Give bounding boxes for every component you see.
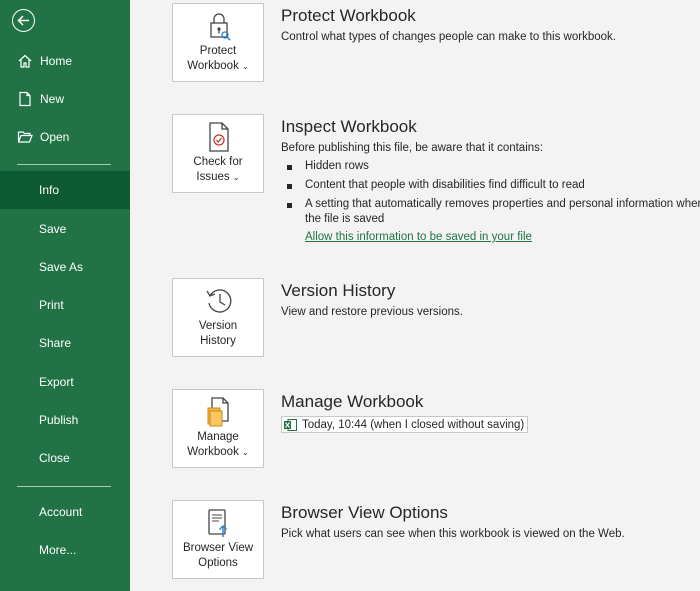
version-history-description: View and restore previous versions. [281, 306, 463, 318]
manage-document-icon [207, 397, 229, 427]
nav-home[interactable]: Home [0, 42, 130, 80]
version-history-title: Version History [281, 281, 396, 300]
bullet-icon [287, 203, 292, 208]
chevron-down-icon: ⌄ [242, 448, 249, 457]
back-button[interactable] [12, 9, 35, 32]
check-for-issues-label: Check for Issues ⌄ [173, 155, 263, 185]
nav-publish-label: Publish [39, 413, 79, 427]
nav-info[interactable]: Info [0, 171, 130, 209]
manage-workbook-label: Manage Workbook ⌄ [173, 430, 263, 460]
version-label-line2: History [200, 335, 236, 347]
inspect-label-line1: Check for [193, 156, 243, 168]
nav-account-label: Account [39, 505, 83, 519]
nav-open-label: Open [40, 130, 70, 144]
nav-print[interactable]: Print [0, 286, 130, 324]
nav-new-label: New [40, 92, 65, 106]
autosave-version-entry[interactable]: Today, 10:44 (when I closed without savi… [281, 416, 529, 433]
protect-workbook-title: Protect Workbook [281, 6, 416, 25]
browser-label-line2: Options [198, 557, 238, 569]
nav-save-as-label: Save As [39, 260, 84, 274]
chevron-down-icon: ⌄ [242, 62, 249, 71]
manage-label-line1: Manage [197, 431, 239, 443]
nav-export-label: Export [39, 375, 74, 389]
folder-open-icon [17, 131, 33, 143]
version-label-line1: Version [198, 320, 238, 332]
protect-workbook-description: Control what types of changes people can… [281, 31, 616, 43]
history-clock-icon [206, 289, 232, 313]
nav-separator [17, 486, 111, 487]
version-history-label: Version History [173, 319, 263, 349]
nav-export[interactable]: Export [0, 363, 130, 401]
nav-publish[interactable]: Publish [0, 401, 130, 439]
inspect-bullet-accessibility: Content that people with disabilities fi… [305, 179, 585, 191]
protect-label-line2-text: Workbook [187, 60, 239, 72]
nav-save[interactable]: Save [0, 210, 130, 248]
back-arrow-icon [17, 15, 29, 26]
nav-new[interactable]: New [0, 80, 130, 118]
inspect-label-line2: Issues ⌄ [173, 170, 263, 185]
nav-share-label: Share [39, 336, 72, 350]
browser-view-options-button[interactable]: Browser View Options [172, 500, 264, 579]
new-document-icon [19, 91, 31, 107]
nav-open[interactable]: Open [0, 118, 130, 156]
bullet-icon [287, 165, 292, 170]
home-icon [18, 54, 32, 68]
manage-label-line2: Workbook ⌄ [173, 445, 263, 460]
browser-view-icon [208, 509, 227, 537]
browser-label-line1: Browser View [182, 542, 254, 554]
chevron-down-icon: ⌄ [232, 173, 240, 182]
nav-save-label: Save [39, 222, 67, 236]
bullet-icon [287, 184, 292, 189]
nav-print-label: Print [39, 298, 64, 312]
nav-more-label: More... [39, 543, 77, 557]
protect-workbook-label: Protect Workbook ⌄ [173, 44, 263, 74]
nav-close[interactable]: Close [0, 439, 130, 477]
browser-view-options-label: Browser View Options [173, 541, 263, 571]
inspect-document-icon [209, 122, 229, 152]
inspect-bullet-hidden-rows: Hidden rows [305, 160, 369, 172]
browser-view-options-title: Browser View Options [281, 503, 448, 522]
autosave-version-text: Today, 10:44 (when I closed without savi… [302, 418, 525, 431]
version-history-button[interactable]: Version History [172, 278, 264, 357]
nav-more[interactable]: More... [0, 531, 130, 569]
browser-view-options-description: Pick what users can see when this workbo… [281, 528, 625, 540]
nav-save-as[interactable]: Save As [0, 248, 130, 286]
protect-label-line2: Workbook ⌄ [173, 59, 263, 74]
protect-workbook-button[interactable]: Protect Workbook ⌄ [172, 3, 264, 82]
manage-workbook-button[interactable]: Manage Workbook ⌄ [172, 389, 264, 468]
inspect-workbook-title: Inspect Workbook [281, 117, 417, 136]
nav-account[interactable]: Account [0, 493, 130, 531]
excel-file-icon [284, 418, 297, 431]
nav-home-label: Home [40, 54, 73, 68]
lock-icon [210, 13, 231, 41]
protect-label-line1: Protect [199, 45, 237, 57]
inspect-workbook-description: Before publishing this file, be aware th… [281, 142, 544, 154]
inspect-bullet-setting: A setting that automatically removes pro… [305, 198, 700, 210]
nav-share[interactable]: Share [0, 324, 130, 362]
nav-close-label: Close [39, 451, 70, 465]
check-for-issues-button[interactable]: Check for Issues ⌄ [172, 114, 264, 193]
nav-info-label: Info [39, 183, 60, 197]
allow-info-saved-link[interactable]: Allow this information to be saved in yo… [305, 231, 532, 243]
inspect-label-line2-text: Issues [196, 171, 230, 183]
nav-separator [17, 164, 111, 165]
manage-workbook-title: Manage Workbook [281, 392, 424, 411]
manage-label-line2-text: Workbook [187, 446, 239, 458]
inspect-bullet-setting-cont: the file is saved [305, 213, 385, 225]
backstage-sidebar: Home New Open Info Save Save As Print Sh… [0, 0, 130, 591]
